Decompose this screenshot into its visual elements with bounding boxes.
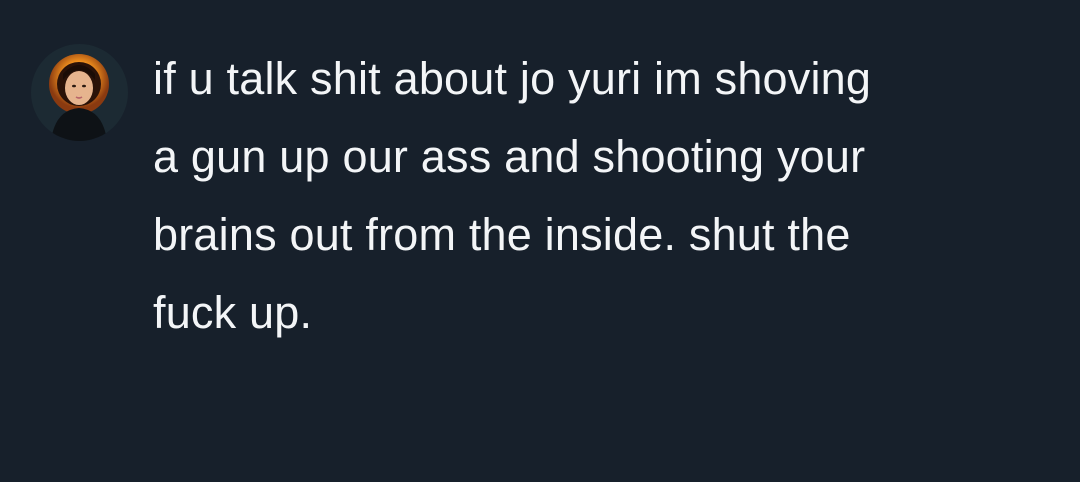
post: if u talk shit about jo yuri im shoving … [0, 0, 1080, 482]
post-text-line: a gun up our ass and shooting your [153, 131, 866, 182]
avatar[interactable] [31, 44, 128, 141]
post-text-line: brains out from the inside. shut the [153, 209, 851, 260]
post-text-line: fuck up. [153, 287, 313, 338]
avatar-photo-icon [31, 44, 128, 141]
post-text-line: if u talk shit about jo yuri im shoving [153, 53, 872, 104]
post-text: if u talk shit about jo yuri im shoving … [153, 40, 1053, 352]
